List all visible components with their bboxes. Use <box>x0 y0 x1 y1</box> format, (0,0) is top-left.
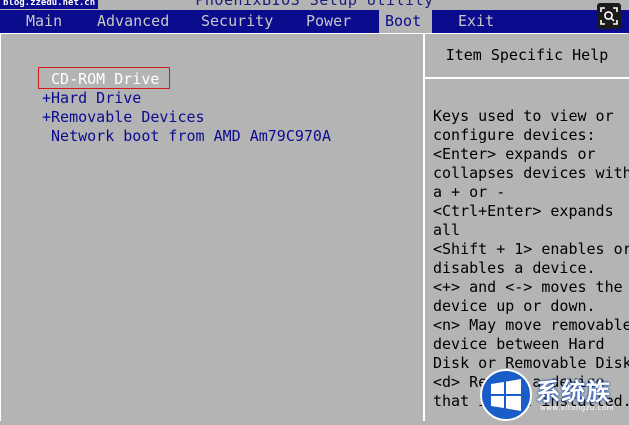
search-icon <box>600 7 618 25</box>
help-line: device up or down. <box>433 297 596 315</box>
boot-item-hard-drive[interactable]: +Hard Drive <box>42 89 331 108</box>
help-line: device between Hard <box>433 335 605 353</box>
brand-watermark: 系统族 www.xitongzu.com <box>478 368 629 421</box>
help-line: Keys used to view or <box>433 107 614 125</box>
help-line: <Ctrl+Enter> expands <box>433 202 614 220</box>
help-line: configure devices: <box>433 126 596 144</box>
watermark-url: blog.zzedu.net.cn <box>0 0 99 9</box>
menu-advanced[interactable]: Advanced <box>97 10 169 33</box>
menu-power[interactable]: Power <box>306 10 351 33</box>
brand-url: www.xitongzu.com <box>540 404 615 412</box>
help-line: <Enter> expands or <box>433 145 596 163</box>
panel-divider <box>423 33 425 421</box>
search-button[interactable] <box>597 3 621 29</box>
help-line: a + or - <box>433 183 506 201</box>
help-line: all <box>433 221 461 239</box>
menu-exit[interactable]: Exit <box>458 10 494 33</box>
help-line: <Shift + 1> enables or <box>433 240 629 258</box>
help-title: Item Specific Help <box>445 46 609 64</box>
help-line: collapses devices with <box>433 164 629 182</box>
boot-order-list: CD-ROM Drive +Hard Drive +Removable Devi… <box>42 70 331 146</box>
menu-main[interactable]: Main <box>26 10 62 33</box>
boot-item-removable[interactable]: +Removable Devices <box>42 108 331 127</box>
boot-item-cdrom[interactable]: CD-ROM Drive <box>42 70 331 89</box>
boot-item-network[interactable]: Network boot from AMD Am79C970A <box>42 127 331 146</box>
brand-name: 系统族 <box>536 378 611 406</box>
menu-bar: Main Advanced Security Power Boot Exit <box>0 10 629 33</box>
menu-security[interactable]: Security <box>201 10 273 33</box>
help-line: <n> May move removable <box>433 316 629 334</box>
help-line: <+> and <-> moves the <box>433 278 623 296</box>
windows-logo-icon <box>480 369 532 421</box>
help-line: disables a device. <box>433 259 596 277</box>
help-text: Keys used to view or configure devices: … <box>433 107 629 411</box>
menu-boot[interactable]: Boot <box>379 10 432 33</box>
help-separator <box>425 77 629 79</box>
